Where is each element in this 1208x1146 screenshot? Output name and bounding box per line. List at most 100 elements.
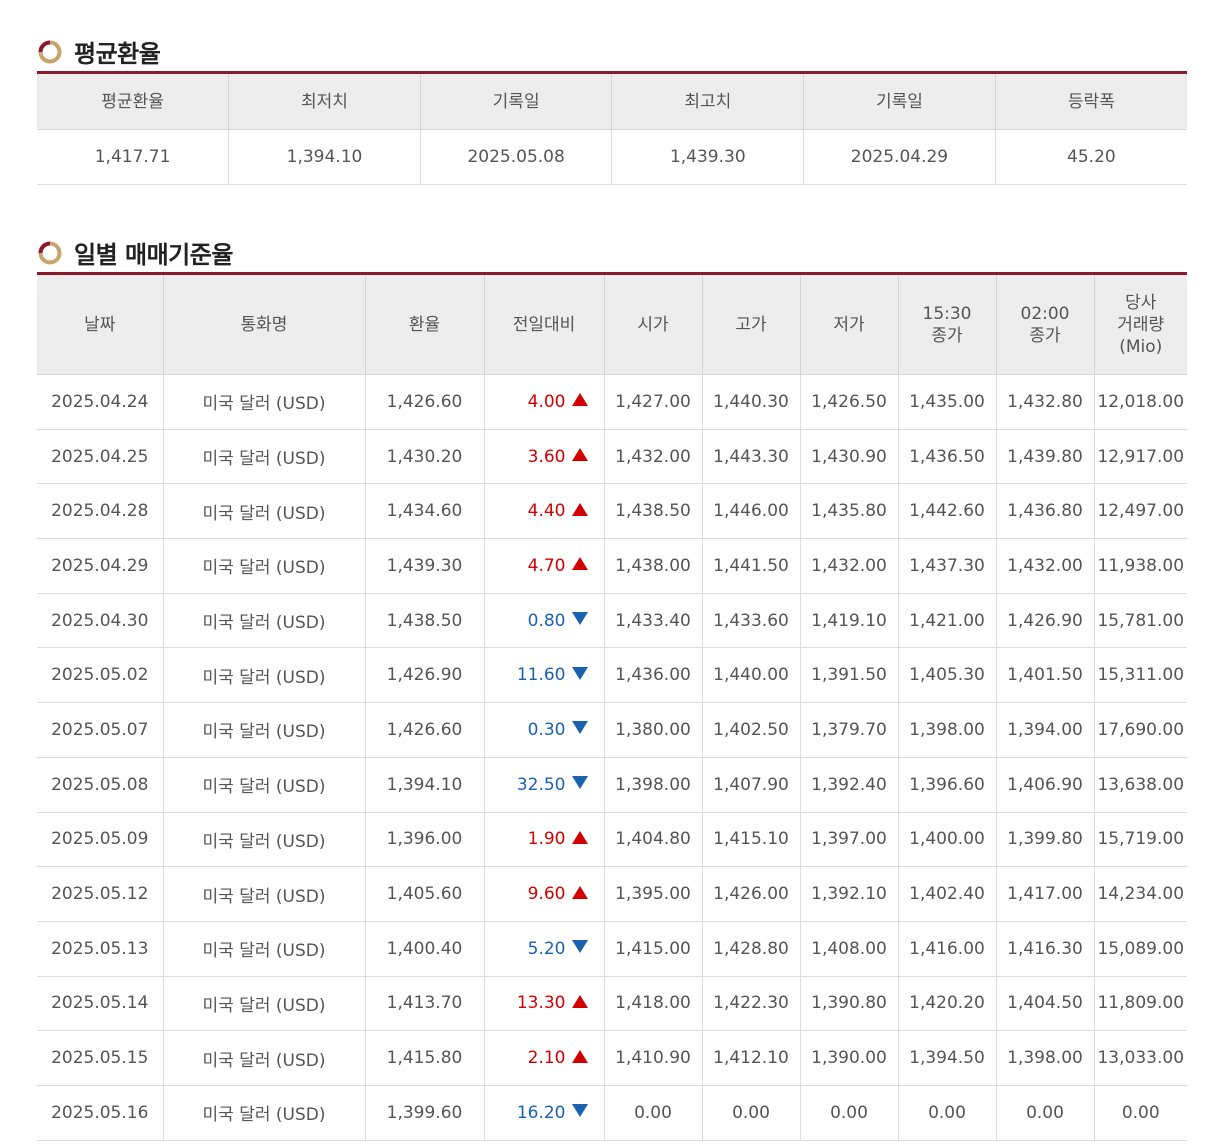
avg-header-max-date: 기록일 — [803, 72, 996, 130]
row-close-0200: 1,404.50 — [995, 976, 1095, 1032]
row-date: 2025.05.12 — [37, 866, 164, 922]
row-close-1530: 1,442.60 — [897, 483, 997, 540]
row-close-1530: 1,400.00 — [897, 812, 997, 868]
header-currency: 통화명 — [162, 273, 366, 375]
row-open: 0.00 — [603, 1085, 703, 1141]
triangle-up-icon — [571, 830, 588, 844]
row-close-1530: 1,437.30 — [897, 538, 997, 594]
header-close-0200-label: 종가 — [1029, 325, 1061, 346]
row-low: 1,390.00 — [799, 1030, 899, 1086]
row-low: 0.00 — [799, 1085, 899, 1141]
row-open: 1,438.50 — [603, 483, 703, 540]
triangle-up-icon — [571, 557, 588, 571]
row-currency: 미국 달러 (USD) — [162, 702, 366, 758]
triangle-up-icon — [571, 393, 588, 407]
row-rate: 1,430.20 — [364, 429, 485, 485]
header-high: 고가 — [701, 273, 801, 375]
avg-header-min: 최저치 — [228, 72, 421, 130]
row-volume: 13,033.00 — [1093, 1030, 1187, 1086]
row-currency: 미국 달러 (USD) — [162, 921, 366, 977]
row-rate: 1,439.30 — [364, 538, 485, 594]
header-change: 전일대비 — [483, 273, 605, 375]
avg-header-row: 평균환율 최저치 기록일 최고치 기록일 등락폭 — [37, 72, 1187, 130]
triangle-down-icon — [571, 776, 588, 790]
row-rate: 1,413.70 — [364, 976, 485, 1032]
row-change-value: 3.60 — [527, 446, 566, 467]
row-date: 2025.05.13 — [37, 921, 164, 977]
row-change: 4.70 — [483, 538, 605, 594]
row-low: 1,432.00 — [799, 538, 899, 594]
row-close-1530: 1,420.20 — [897, 976, 997, 1032]
header-volume: 당사 거래량 (Mio) — [1093, 273, 1187, 375]
row-open: 1,418.00 — [603, 976, 703, 1032]
row-change: 13.30 — [483, 976, 605, 1032]
row-close-1530: 1,421.00 — [897, 593, 997, 649]
row-rate: 1,434.60 — [364, 483, 485, 540]
row-change-value: 4.70 — [527, 555, 566, 576]
row-close-0200: 1,436.80 — [995, 483, 1095, 540]
row-close-1530: 0.00 — [897, 1085, 997, 1141]
header-close-1530-label: 종가 — [931, 325, 963, 346]
header-low: 저가 — [799, 273, 899, 375]
row-volume: 12,917.00 — [1093, 429, 1187, 485]
row-volume: 11,938.00 — [1093, 538, 1187, 594]
row-low: 1,419.10 — [799, 593, 899, 649]
row-change-value: 1.90 — [527, 829, 566, 850]
row-close-1530: 1,405.30 — [897, 647, 997, 704]
avg-min-date-value: 2025.05.08 — [419, 129, 613, 185]
row-change: 5.20 — [483, 921, 605, 977]
row-volume: 12,018.00 — [1093, 374, 1187, 430]
row-close-1530: 1,394.50 — [897, 1030, 997, 1086]
row-open: 1,398.00 — [603, 757, 703, 813]
row-rate: 1,396.00 — [364, 812, 485, 868]
row-high: 1,433.60 — [701, 593, 801, 649]
row-change: 2.10 — [483, 1030, 605, 1086]
triangle-down-icon — [571, 666, 588, 680]
table-row: 2025.05.16 미국 달러 (USD) 1,399.60 16.20 0.00 0.… — [37, 1085, 1187, 1141]
row-change-value: 16.20 — [516, 1102, 566, 1123]
row-rate: 1,405.60 — [364, 866, 485, 922]
table-row: 2025.05.09 미국 달러 (USD) 1,396.00 1.90 1,404.8… — [37, 812, 1187, 868]
row-change-value: 0.80 — [527, 610, 566, 631]
row-date: 2025.05.08 — [37, 757, 164, 813]
row-close-1530: 1,436.50 — [897, 429, 997, 485]
row-open: 1,410.90 — [603, 1030, 703, 1086]
table-row: 2025.04.25 미국 달러 (USD) 1,430.20 3.60 1,432.0… — [37, 429, 1187, 485]
row-volume: 14,234.00 — [1093, 866, 1187, 922]
row-open: 1,380.00 — [603, 702, 703, 758]
row-high: 1,443.30 — [701, 429, 801, 485]
avg-range-value: 45.20 — [994, 129, 1187, 185]
row-low: 1,435.80 — [799, 483, 899, 540]
daily-table-body: 2025.04.24 미국 달러 (USD) 1,426.60 4.00 1,427.0… — [37, 374, 1187, 1141]
row-change: 0.80 — [483, 593, 605, 649]
row-close-0200: 1,439.80 — [995, 429, 1095, 485]
row-volume: 15,781.00 — [1093, 593, 1187, 649]
row-high: 1,415.10 — [701, 812, 801, 868]
table-row: 2025.04.29 미국 달러 (USD) 1,439.30 4.70 1,438.0… — [37, 538, 1187, 594]
triangle-down-icon — [571, 940, 588, 954]
table-row: 2025.05.13 미국 달러 (USD) 1,400.40 5.20 1,415.0… — [37, 921, 1187, 977]
row-low: 1,379.70 — [799, 702, 899, 758]
row-rate: 1,426.60 — [364, 374, 485, 430]
table-row: 2025.04.24 미국 달러 (USD) 1,426.60 4.00 1,427.0… — [37, 374, 1187, 430]
row-rate: 1,400.40 — [364, 921, 485, 977]
row-high: 1,422.30 — [701, 976, 801, 1032]
row-close-0200: 1,432.80 — [995, 374, 1095, 430]
row-volume: 17,690.00 — [1093, 702, 1187, 758]
row-rate: 1,438.50 — [364, 593, 485, 649]
row-rate: 1,399.60 — [364, 1085, 485, 1141]
title-ring-icon — [38, 241, 62, 264]
avg-header-mean: 평균환율 — [37, 72, 230, 130]
row-currency: 미국 달러 (USD) — [162, 593, 366, 649]
triangle-down-icon — [571, 612, 588, 626]
row-change-value: 13.30 — [516, 993, 566, 1014]
row-close-0200: 1,426.90 — [995, 593, 1095, 649]
row-volume: 11,809.00 — [1093, 976, 1187, 1032]
row-high: 1,428.80 — [701, 921, 801, 977]
row-date: 2025.05.09 — [37, 812, 164, 868]
avg-max-date-value: 2025.04.29 — [803, 129, 996, 185]
table-row: 2025.04.28 미국 달러 (USD) 1,434.60 4.40 1,438.5… — [37, 483, 1187, 540]
row-open: 1,395.00 — [603, 866, 703, 922]
row-change: 0.30 — [483, 702, 605, 758]
header-rate: 환율 — [364, 273, 485, 375]
